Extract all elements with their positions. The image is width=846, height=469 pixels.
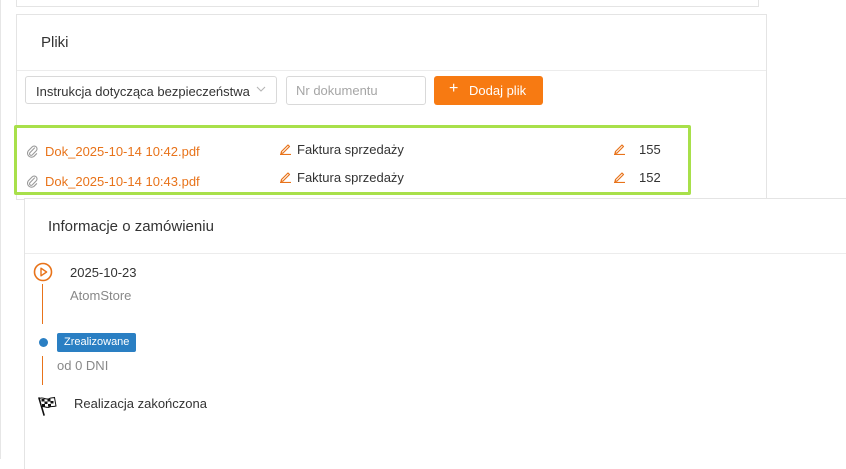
add-file-button-label: Dodaj plik	[469, 83, 527, 98]
plus-icon: +	[449, 80, 459, 97]
status-badge: Zrealizowane	[57, 333, 137, 352]
timeline-status-dot	[39, 338, 48, 347]
order-info-title: Informacje o zamówieniu	[48, 218, 214, 235]
divider	[17, 70, 766, 71]
files-panel-title: Pliki	[41, 34, 69, 51]
edit-type-icon[interactable]	[279, 170, 292, 183]
timeline-source: AtomStore	[70, 288, 132, 303]
status-duration: od 0 DNI	[57, 358, 109, 373]
edit-number-icon[interactable]	[613, 142, 626, 155]
paperclip-icon	[27, 145, 38, 158]
timeline-start-date: 2025-10-23	[70, 265, 137, 280]
timeline-end-label: Realizacja zakończona	[74, 396, 207, 411]
paperclip-icon	[27, 175, 38, 188]
edit-type-icon[interactable]	[279, 142, 292, 155]
file-category-value: Instrukcja dotycząca bezpieczeństwa	[36, 84, 250, 99]
file-category-select[interactable]: Instrukcja dotycząca bezpieczeństwa	[25, 76, 277, 104]
previous-panel	[16, 0, 759, 7]
checkered-flag-icon	[38, 396, 57, 416]
chevron-down-icon	[256, 86, 266, 92]
page-edge	[0, 0, 1, 459]
edit-number-icon[interactable]	[613, 170, 626, 183]
file-row: Dok_2025-10-14 10:43.pdf Faktura sprzeda…	[0, 170, 846, 190]
file-link[interactable]: Dok_2025-10-14 10:43.pdf	[45, 174, 200, 189]
file-row: Dok_2025-10-14 10:42.pdf Faktura sprzeda…	[0, 142, 846, 162]
file-link[interactable]: Dok_2025-10-14 10:42.pdf	[45, 144, 200, 159]
timeline-connector	[42, 284, 43, 324]
order-info-panel	[24, 198, 846, 469]
file-type: Faktura sprzedaży	[297, 142, 404, 157]
divider	[25, 253, 846, 254]
play-circle-icon	[33, 262, 53, 282]
document-number-input[interactable]	[286, 76, 426, 105]
file-number: 155	[639, 142, 661, 157]
file-number: 152	[639, 170, 661, 185]
add-file-button[interactable]: + Dodaj plik	[434, 76, 543, 105]
timeline-connector	[42, 356, 43, 385]
file-type: Faktura sprzedaży	[297, 170, 404, 185]
